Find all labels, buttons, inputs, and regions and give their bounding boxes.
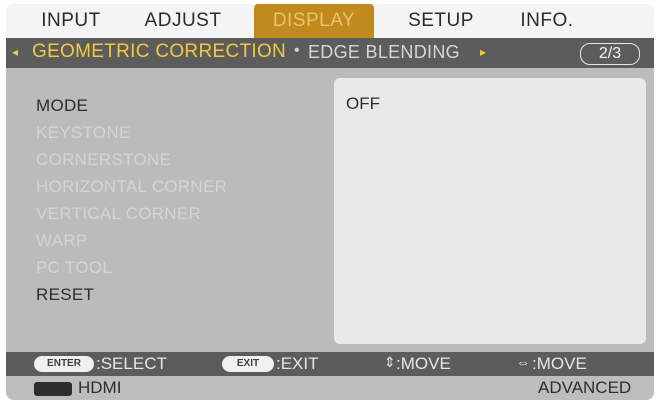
- up-down-arrows-icon: ⇕: [384, 354, 396, 370]
- menu-item-mode[interactable]: MODE: [36, 96, 88, 116]
- left-arrow-icon[interactable]: ◂: [12, 45, 18, 59]
- select-hint: :SELECT: [96, 354, 167, 373]
- menu-item-horizontal-corner: HORIZONTAL CORNER: [36, 177, 228, 196]
- sub-menu-bar: ◂ GEOMETRIC CORRECTION • EDGE BLENDING ▸…: [6, 38, 654, 68]
- main-menu-bar: INPUT ADJUST DISPLAY SETUP INFO.: [6, 4, 654, 38]
- menu-item-pc-tool: PC TOOL: [36, 258, 113, 277]
- status-bar: HDMI ADVANCED: [6, 376, 654, 400]
- menu-item-warp: WARP: [36, 231, 88, 250]
- exit-hint: :EXIT: [276, 354, 319, 373]
- enter-key-icon: ENTER: [34, 356, 94, 372]
- page-indicator: 2/3: [580, 43, 640, 65]
- move-vertical-hint: :MOVE: [396, 354, 451, 373]
- input-source: HDMI: [78, 378, 122, 397]
- right-arrow-icon[interactable]: ▸: [480, 45, 486, 59]
- menu-item-keystone: KEYSTONE: [36, 123, 131, 142]
- help-bar: ENTER :SELECT EXIT :EXIT ⇕ :MOVE ⇔ :MOVE: [6, 352, 654, 376]
- mode-value[interactable]: OFF: [346, 94, 380, 114]
- subtab-separator: •: [294, 42, 300, 59]
- value-panel: OFF: [334, 78, 646, 344]
- projector-osd-menu: INPUT ADJUST DISPLAY SETUP INFO. ◂ GEOME…: [6, 4, 654, 400]
- tab-info[interactable]: INFO.: [508, 4, 586, 38]
- hdmi-icon: [34, 382, 72, 396]
- tab-setup[interactable]: SETUP: [398, 4, 484, 38]
- tab-input[interactable]: INPUT: [32, 4, 110, 38]
- left-right-arrows-icon: ⇔: [516, 354, 530, 370]
- menu-item-reset[interactable]: RESET: [36, 285, 94, 305]
- subtab-edge-blending[interactable]: EDGE BLENDING: [308, 42, 460, 63]
- tab-adjust[interactable]: ADJUST: [130, 4, 236, 38]
- settings-panel: MODE KEYSTONE CORNERSTONE HORIZONTAL COR…: [6, 68, 654, 352]
- menu-item-vertical-corner: VERTICAL CORNER: [36, 204, 202, 223]
- move-horizontal-hint: :MOVE: [532, 354, 587, 373]
- subtab-geometric-correction[interactable]: GEOMETRIC CORRECTION: [32, 41, 286, 63]
- exit-key-icon: EXIT: [222, 356, 274, 372]
- tab-display[interactable]: DISPLAY: [254, 4, 374, 38]
- menu-item-cornerstone: CORNERSTONE: [36, 150, 172, 169]
- menu-mode: ADVANCED: [538, 378, 632, 397]
